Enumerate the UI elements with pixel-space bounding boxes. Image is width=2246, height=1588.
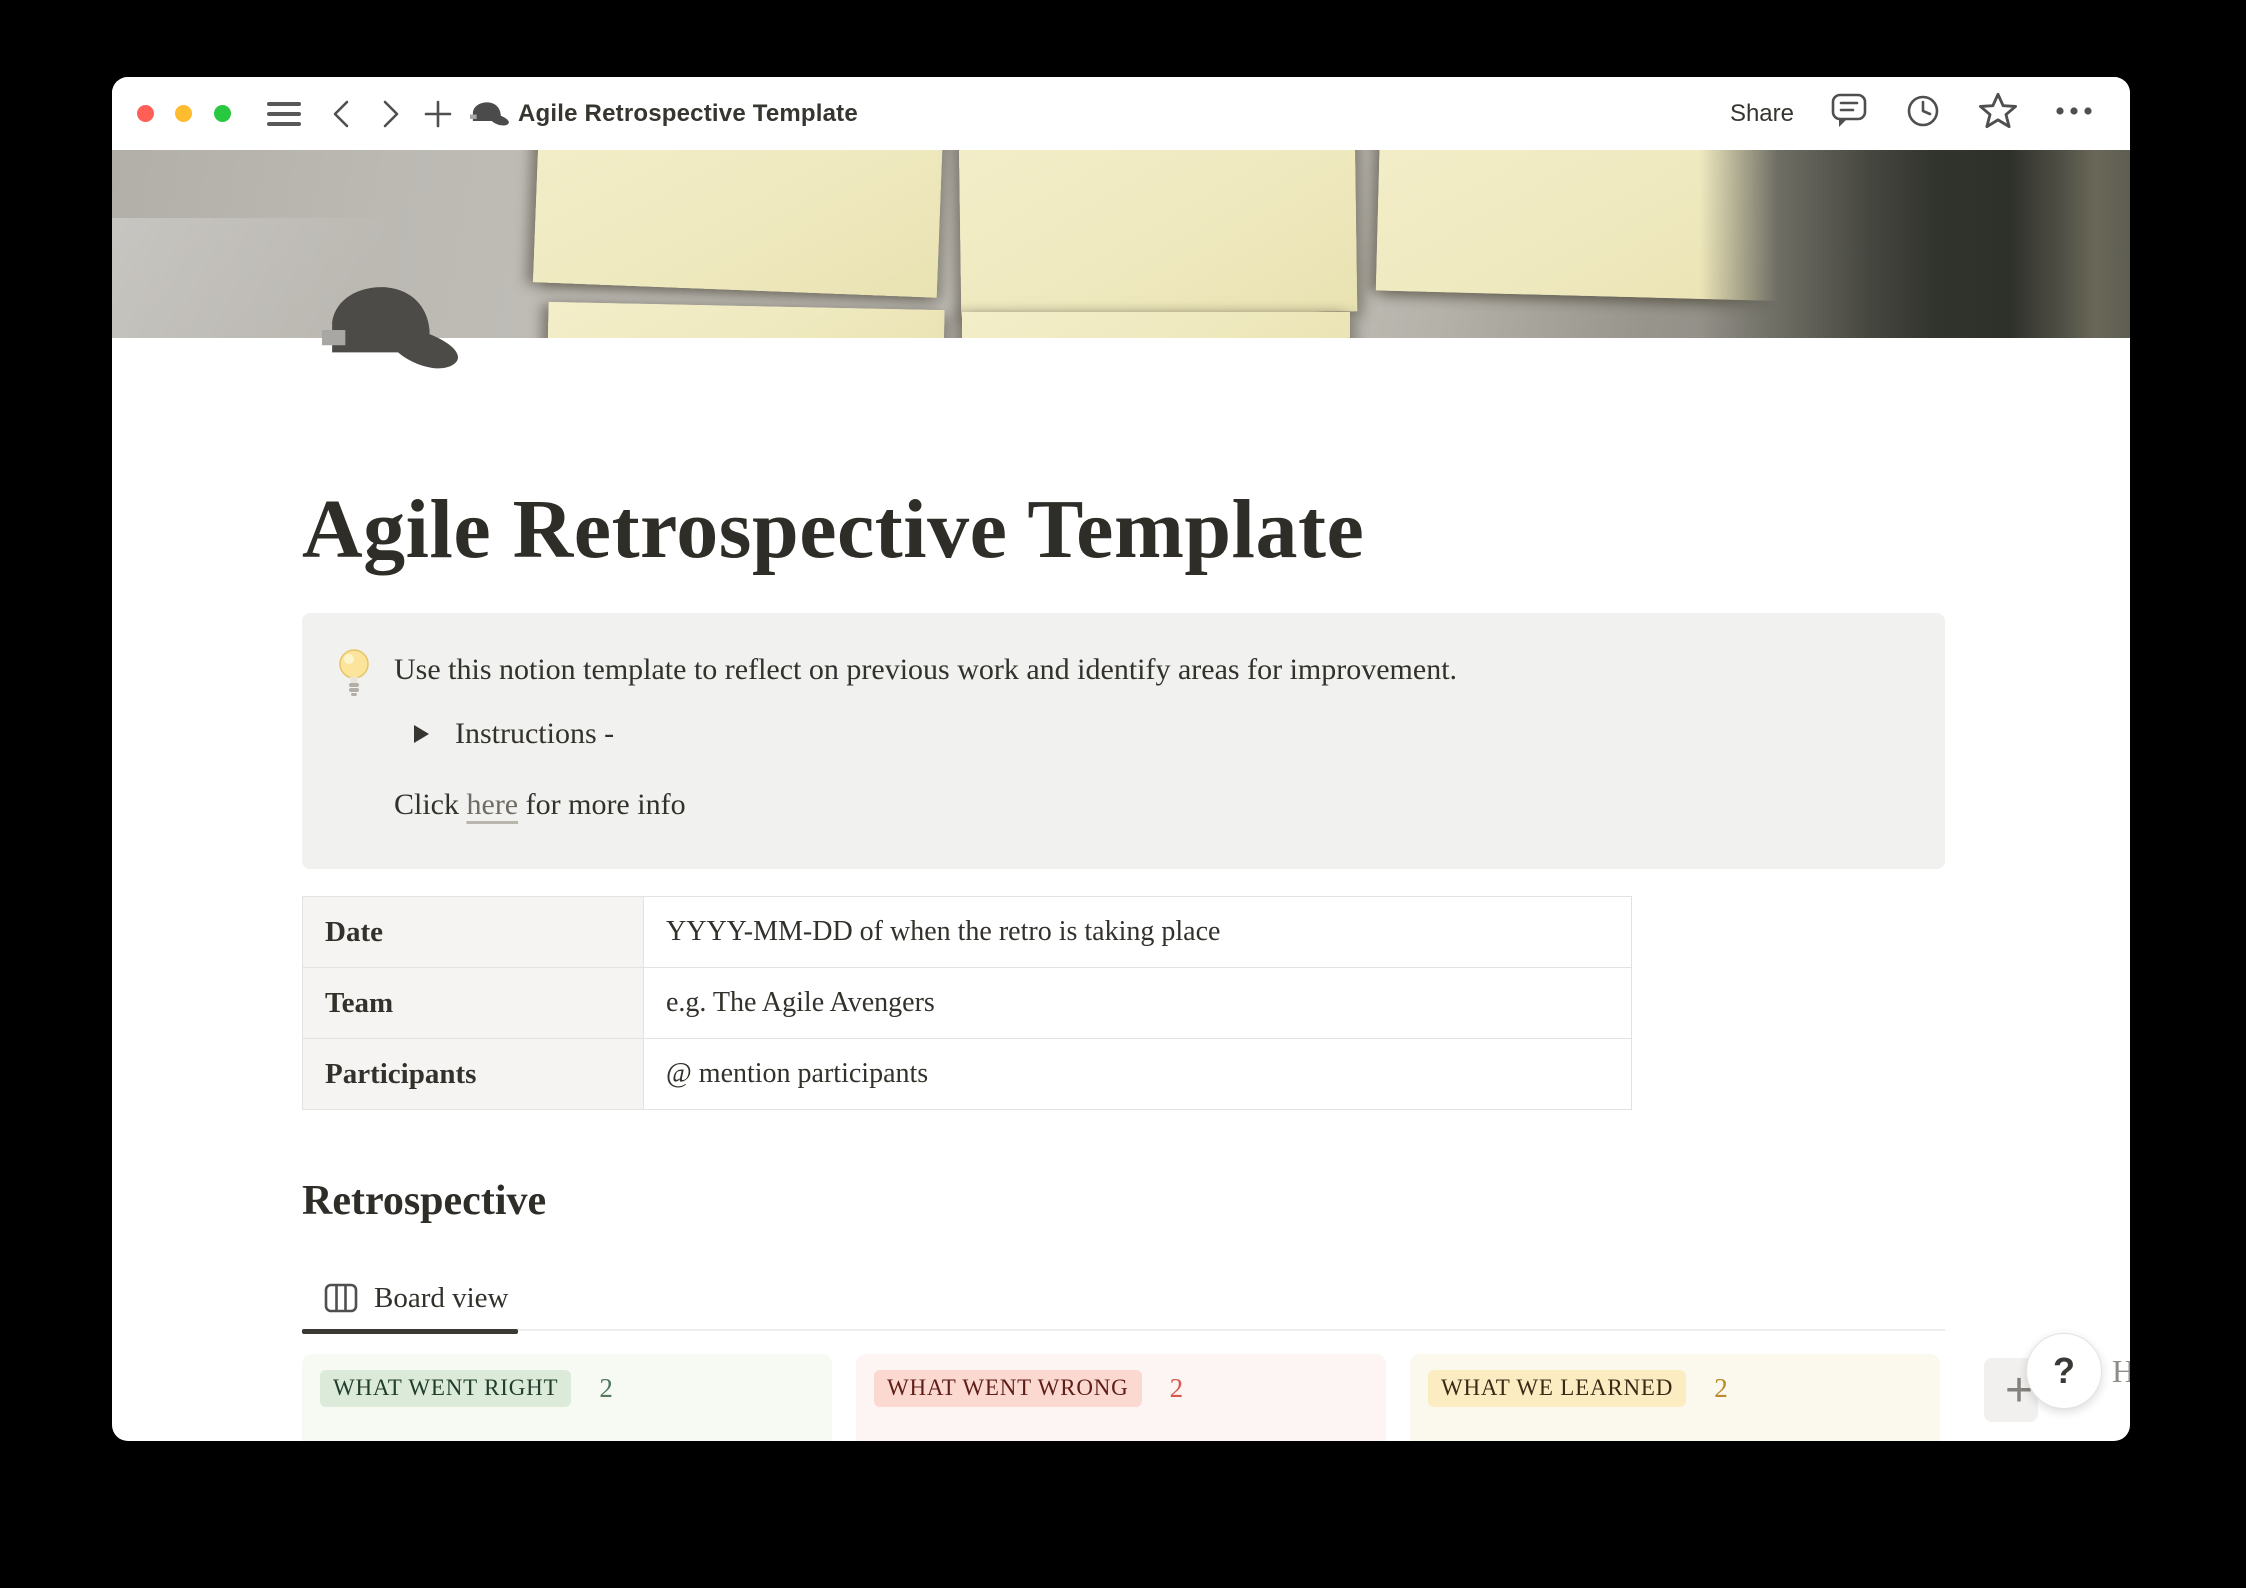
tab-page-icon — [468, 77, 512, 150]
instructions-toggle[interactable]: Instructions - — [414, 717, 614, 751]
notion-window: Agile Retrospective Template Share — [112, 77, 2130, 1441]
lightbulb-icon — [336, 647, 372, 704]
menu-icon — [267, 96, 301, 132]
table-row: Participants @ mention participants — [303, 1039, 1631, 1110]
plus-icon — [421, 97, 455, 131]
star-icon — [1978, 91, 2018, 131]
property-label-participants[interactable]: Participants — [303, 1039, 644, 1109]
cap-strap-notch — [322, 330, 345, 345]
tab-board-view[interactable]: Board view — [302, 1265, 518, 1331]
comments-icon — [1830, 91, 1868, 131]
board-column-what-we-learned: WHAT WE LEARNED 2 — [1410, 1354, 1940, 1441]
clipped-hidden-text: H — [2112, 1353, 2130, 1390]
here-link[interactable]: here — [467, 788, 519, 821]
history-button[interactable] — [1904, 92, 1942, 135]
group-count: 2 — [1714, 1373, 1728, 1404]
cap-icon — [322, 283, 462, 373]
property-label-team[interactable]: Team — [303, 968, 644, 1038]
group-count: 2 — [599, 1373, 613, 1404]
sticky-note — [962, 312, 1350, 338]
tab-label: Board view — [374, 1282, 509, 1315]
callout-text: Use this notion template to reflect on p… — [394, 653, 1457, 687]
sticky-note — [533, 150, 943, 298]
active-tab-underline — [302, 1329, 518, 1334]
forward-icon — [374, 96, 406, 132]
comments-button[interactable] — [1830, 91, 1868, 136]
properties-table: Date YYYY-MM-DD of when the retro is tak… — [302, 896, 1632, 1110]
minimize-button[interactable] — [175, 105, 192, 122]
group-pill[interactable]: WHAT WENT WRONG — [874, 1370, 1142, 1407]
zoom-button[interactable] — [214, 105, 231, 122]
table-row: Date YYYY-MM-DD of when the retro is tak… — [303, 897, 1631, 968]
close-button[interactable] — [137, 105, 154, 122]
titlebar: Agile Retrospective Template Share — [112, 77, 2130, 150]
more-button[interactable] — [2054, 104, 2094, 123]
help-button[interactable]: ? — [2026, 1333, 2102, 1409]
navigate-forward-button[interactable] — [372, 77, 408, 150]
callout-block[interactable]: Use this notion template to reflect on p… — [302, 613, 1945, 869]
link-suffix-text: for more info — [518, 788, 685, 821]
link-prefix-text: Click — [394, 788, 467, 821]
view-tab-bar: Board view — [302, 1265, 1945, 1331]
toggle-label: Instructions - — [455, 717, 614, 751]
callout-link-line: Click here for more info — [394, 788, 686, 822]
section-heading: Retrospective — [302, 1177, 546, 1225]
property-value-date[interactable]: YYYY-MM-DD of when the retro is taking p… — [644, 897, 1631, 967]
property-label-date[interactable]: Date — [303, 897, 644, 967]
navigate-back-button[interactable] — [324, 77, 360, 150]
group-pill[interactable]: WHAT WENT RIGHT — [320, 1370, 571, 1407]
board-view: WHAT WENT RIGHT 2 WHAT WENT WRONG 2 WHAT… — [302, 1354, 2130, 1441]
board-column-what-went-wrong: WHAT WENT WRONG 2 — [856, 1354, 1386, 1441]
sticky-note — [547, 302, 944, 338]
history-clock-icon — [1904, 92, 1942, 130]
page-icon-cap[interactable] — [322, 283, 462, 373]
cover-dark-band — [1700, 150, 2130, 338]
ellipsis-icon — [2054, 104, 2094, 118]
sticky-note — [959, 150, 1358, 317]
sidebar-menu-button[interactable] — [262, 77, 306, 150]
group-pill[interactable]: WHAT WE LEARNED — [1428, 1370, 1686, 1407]
share-button[interactable]: Share — [1730, 100, 1794, 128]
table-row: Team e.g. The Agile Avengers — [303, 968, 1631, 1039]
board-column-what-went-right: WHAT WENT RIGHT 2 — [302, 1354, 832, 1441]
cap-strap-notch — [470, 114, 477, 118]
property-value-team[interactable]: e.g. The Agile Avengers — [644, 968, 1631, 1038]
new-tab-button[interactable] — [418, 77, 458, 150]
cap-icon — [470, 100, 510, 128]
group-count: 2 — [1170, 1373, 1184, 1404]
page-title[interactable]: Agile Retrospective Template — [302, 481, 1364, 578]
board-view-icon — [324, 1283, 358, 1313]
property-value-participants[interactable]: @ mention participants — [644, 1039, 1631, 1109]
titlebar-title: Agile Retrospective Template — [518, 77, 858, 150]
toggle-triangle-icon — [414, 725, 429, 743]
favorite-button[interactable] — [1978, 91, 2018, 136]
back-icon — [326, 96, 358, 132]
